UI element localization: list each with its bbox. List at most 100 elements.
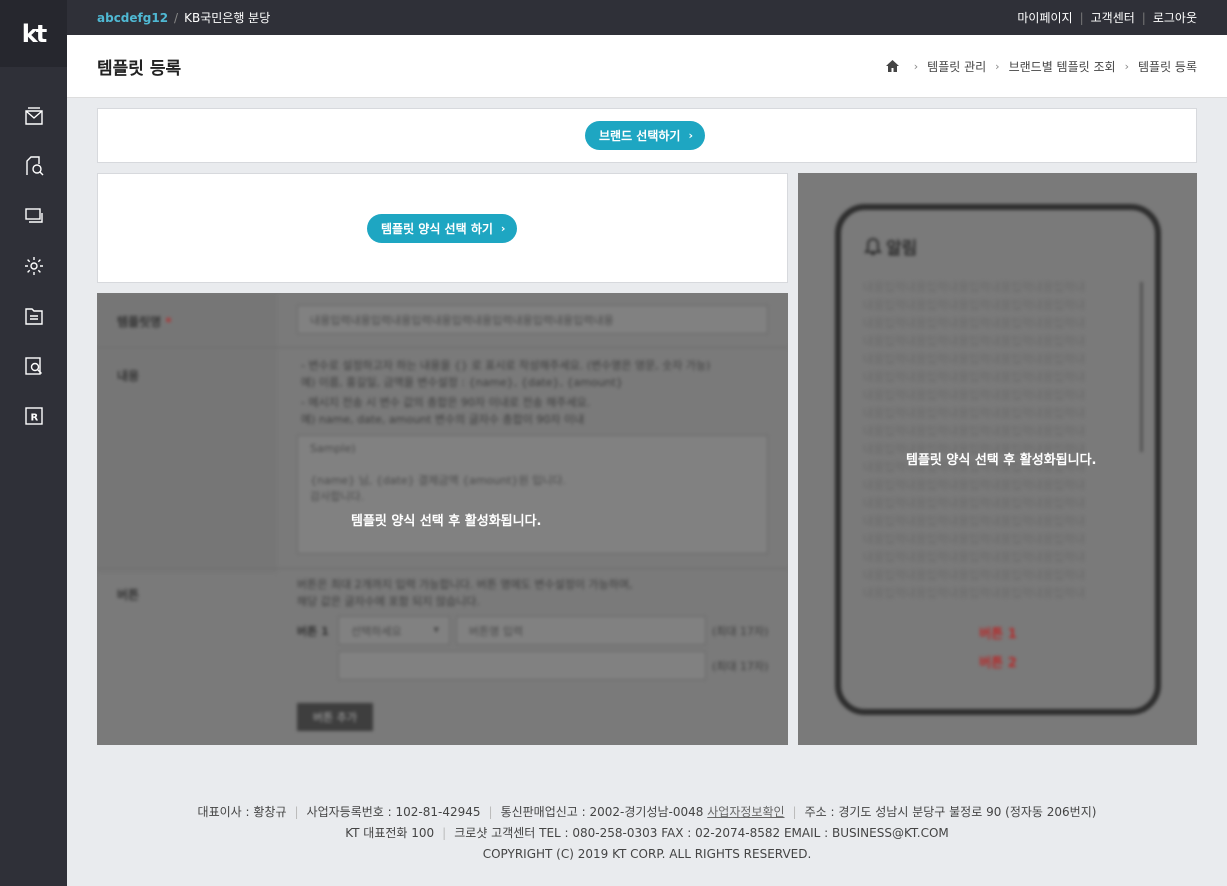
user-id: abcdefg12 xyxy=(97,11,169,25)
sample-line: 감사합니다. xyxy=(310,490,365,503)
sidebar-item-message[interactable] xyxy=(0,91,67,141)
preview-body-line: 내용입력내용입력내용입력내용입력내용입력내 xyxy=(863,334,1086,348)
content-help-1: - 변수로 설정하고자 하는 내용을 {} 로 표시로 작성해주세요. (변수명… xyxy=(301,359,711,372)
kt-logo[interactable]: kt xyxy=(0,0,67,67)
sidebar-item-r[interactable]: R xyxy=(0,391,67,441)
home-icon[interactable] xyxy=(885,60,899,72)
page-title: 템플릿 등록 xyxy=(97,58,182,79)
logo-text: kt xyxy=(21,19,47,48)
sidebar-item-search-document[interactable] xyxy=(0,141,67,191)
add-button: 버튼 추가 xyxy=(297,703,373,731)
preview-body-line: 내용입력내용입력내용입력내용입력내용입력내 xyxy=(863,352,1086,366)
brand-select-label: 브랜드 선택하기 xyxy=(599,129,681,143)
svg-text:R: R xyxy=(30,413,38,424)
page-header: 템플릿 등록 › 템플릿 관리 › 브랜드별 템플릿 조회 › 템플릿 등록 xyxy=(67,35,1227,98)
button-name-input: 버튼명 입력 xyxy=(456,616,706,645)
preview-body-line: 내용입력내용입력내용입력내용입력내용입력내 xyxy=(863,316,1086,330)
user-info: abcdefg12 / KB국민은행 분당 xyxy=(97,9,270,26)
breadcrumb-item[interactable]: 브랜드별 템플릿 조회 xyxy=(1009,58,1116,75)
preview-body-line: 내용입력내용입력내용입력내용입력내용입력내 xyxy=(863,532,1086,546)
r-icon: R xyxy=(24,407,43,425)
content-help-2: 예) 이름, 홍길일, 금액을 변수설정 : {name}, {date}, {… xyxy=(301,376,623,389)
top-links: 마이페이지 | 고객센터 | 로그아웃 xyxy=(1017,11,1197,25)
org-name: KB국민은행 분당 xyxy=(184,11,271,25)
sidebar-item-chat[interactable] xyxy=(0,191,67,241)
template-select-button[interactable]: 템플릿 양식 선택 하기 › xyxy=(367,214,518,243)
preview-button-2: 버튼 2 xyxy=(979,656,1017,671)
footer-line-2: KT 대표전화 100 | 크로샷 고객센터 TEL : 080-258-0303 … xyxy=(345,826,949,840)
button-type-select: 선택하세요 ▾ xyxy=(338,616,450,645)
preview-body-line: 내용입력내용입력내용입력내용입력내용입력내 xyxy=(863,298,1086,312)
footer-address: 주소 : 경기도 성남시 분당구 불정로 90 (정자동 206번지) xyxy=(804,805,1097,819)
business-info-link[interactable]: 사업자정보확인 xyxy=(707,805,784,819)
brand-select-button[interactable]: 브랜드 선택하기 › xyxy=(585,121,706,150)
max-chars-2: (최대 17자) xyxy=(712,660,769,673)
folder-icon xyxy=(24,308,43,325)
logout-link[interactable]: 로그아웃 xyxy=(1153,11,1197,25)
brand-panel: 브랜드 선택하기 › xyxy=(97,108,1197,163)
preview-body-line: 내용입력내용입력내용입력내용입력내용입력내 xyxy=(863,586,1086,598)
preview-body-line: 내용입력내용입력내용입력내용입력내용입력내 xyxy=(863,406,1086,420)
sidebar-item-folder[interactable] xyxy=(0,291,67,341)
mypage-link[interactable]: 마이페이지 xyxy=(1017,11,1072,25)
preview-body-line: 내용입력내용입력내용입력내용입력내용입력내 xyxy=(863,550,1086,564)
template-form: 템플릿명 * 내용입력내용입력내용입력내용입력내용입력내용입력내용입력내용 내용… xyxy=(97,293,788,745)
preview-disabled-message: 템플릿 양식 선택 후 활성화됩니다. xyxy=(906,453,1097,468)
message-icon xyxy=(24,107,43,125)
form-disabled-message: 템플릿 양식 선택 후 활성화됩니다. xyxy=(351,514,542,529)
breadcrumb: › 템플릿 관리 › 브랜드별 템플릿 조회 › 템플릿 등록 xyxy=(885,58,1197,75)
breadcrumb-item: 템플릿 등록 xyxy=(1137,59,1197,74)
gear-icon xyxy=(24,257,43,275)
preview-body-line: 내용입력내용입력내용입력내용입력내용입력내 xyxy=(863,478,1086,492)
search-document-icon xyxy=(25,156,43,176)
footer-contact: 크로샷 고객센터 TEL : 080-258-0303 FAX : 02-207… xyxy=(454,826,949,840)
preview-body-line: 내용입력내용입력내용입력내용입력내용입력내 xyxy=(863,424,1086,438)
user-separator: / xyxy=(174,11,179,25)
chevron-right-icon: › xyxy=(500,222,506,235)
preview-body-line: 내용입력내용입력내용입력내용입력내용입력내 xyxy=(863,388,1086,402)
sidebar-item-report[interactable] xyxy=(0,341,67,391)
content-help-3: - 메시지 전송 시 변수 값의 총합은 90자 이내로 전송 해주세요. xyxy=(301,396,591,409)
chevron-down-icon: ▾ xyxy=(433,623,439,636)
preview-body-line: 내용입력내용입력내용입력내용입력내용입력내 xyxy=(863,496,1086,510)
template-name-label: 템플릿명 * xyxy=(117,315,172,329)
report-search-icon xyxy=(24,357,42,375)
preview-body-line: 내용입력내용입력내용입력내용입력내용입력내 xyxy=(863,514,1086,528)
template-name-input: 내용입력내용입력내용입력내용입력내용입력내용입력내용입력내용 xyxy=(297,305,768,334)
sidebar-item-settings[interactable] xyxy=(0,241,67,291)
support-link[interactable]: 고객센터 xyxy=(1091,11,1135,25)
max-chars-1: (최대 17자) xyxy=(712,625,769,638)
preview-body-line: 내용입력내용입력내용입력내용입력내용입력내 xyxy=(863,280,1086,294)
template-panel: 템플릿 양식 선택 하기 › xyxy=(97,173,788,283)
content-help-4: 예) name, date, amount 변수의 글자수 총합이 90자 이내 xyxy=(301,413,585,426)
sample-line: Sample) xyxy=(310,442,356,455)
sidebar: kt R xyxy=(0,0,67,886)
preview-body-line: 내용입력내용입력내용입력내용입력내용입력내 xyxy=(863,568,1086,582)
bell-icon xyxy=(864,237,882,255)
footer-copyright: COPYRIGHT (C) 2019 KT CORP. ALL RIGHTS R… xyxy=(482,847,812,861)
content-textarea: Sample) {name} 님, {date} 결제금액 {amount}원 … xyxy=(297,435,768,554)
breadcrumb-item[interactable]: 템플릿 관리 xyxy=(927,58,986,75)
sidebar-nav: R xyxy=(0,67,67,441)
content-label: 내용 xyxy=(117,369,140,383)
button-link-input xyxy=(338,651,706,680)
preview-panel: 알림 내용입력내용입력내용입력내용입력내용입력내 내용입력내용입력내용입력내용입력… xyxy=(798,173,1197,745)
footer-business-number: 사업자등록번호 : 102-81-42945 xyxy=(306,805,481,819)
footer-phone: KT 대표전화 100 xyxy=(345,826,435,840)
preview-button-1: 버튼 1 xyxy=(979,627,1017,642)
button-help-1: 버튼은 최대 2개까지 입력 가능합니다. 버튼 명에도 변수설정이 가능하며, xyxy=(297,578,633,591)
footer-commerce-number: 통신판매업신고 : 2002-경기성남-0048 xyxy=(500,805,704,819)
sample-line: {name} 님, {date} 결제금액 {amount}원 입니다. xyxy=(310,474,566,487)
preview-scrollbar xyxy=(1140,282,1143,452)
topbar: abcdefg12 / KB국민은행 분당 마이페이지 | 고객센터 | 로그아웃 xyxy=(67,0,1227,35)
chevron-right-icon: › xyxy=(688,129,694,142)
button1-label: 버튼 1 xyxy=(297,625,329,638)
preview-title: 알림 xyxy=(863,234,917,259)
footer-line-1: 대표이사 : 황창규 | 사업자등록번호 : 102-81-42945 | 통신판매업신… xyxy=(197,805,1097,819)
footer: 대표이사 : 황창규 | 사업자등록번호 : 102-81-42945 | 통신판매업신… xyxy=(67,802,1227,865)
button-help-2: 해당 값은 글자수에 포함 되지 않습니다. xyxy=(297,595,480,608)
preview-body: 내용입력내용입력내용입력내용입력내용입력내내용입력내용입력내용입력내용입력내용입… xyxy=(863,278,1139,598)
chat-icon xyxy=(24,208,43,223)
button-row-label: 버튼 xyxy=(117,588,140,602)
preview-body-line: 내용입력내용입력내용입력내용입력내용입력내 xyxy=(863,370,1086,384)
